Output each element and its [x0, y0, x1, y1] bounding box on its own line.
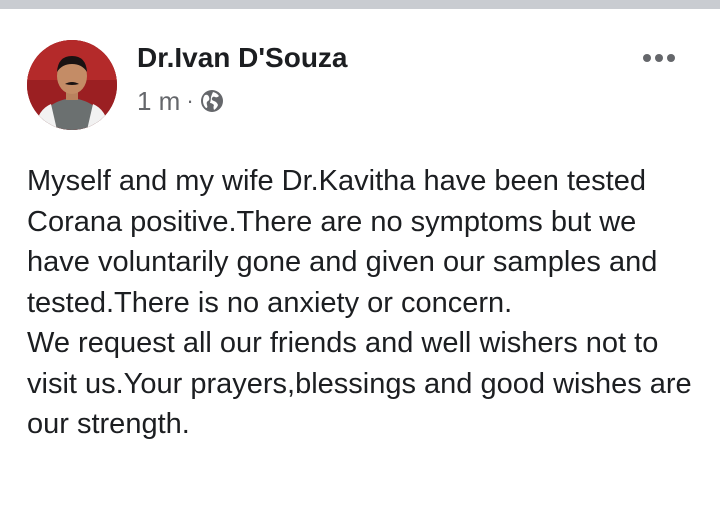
- post-body: Myself and my wife Dr.Kavitha have been …: [27, 161, 707, 445]
- more-options-button[interactable]: [634, 43, 684, 73]
- more-options-icon: [643, 54, 651, 62]
- post-timestamp[interactable]: 1 m: [137, 86, 180, 117]
- avatar-photo-icon: [27, 40, 117, 130]
- post-paragraph: We request all our friends and well wish…: [27, 327, 700, 440]
- author-avatar[interactable]: [27, 40, 117, 130]
- post-card: Dr.Ivan D'Souza 1 m · Myself and my wife…: [0, 9, 720, 526]
- globe-icon: [200, 89, 224, 113]
- post-paragraph: Myself and my wife Dr.Kavitha have been …: [27, 165, 666, 319]
- post-meta: 1 m ·: [137, 86, 224, 116]
- top-divider: [0, 0, 720, 9]
- author-name[interactable]: Dr.Ivan D'Souza: [137, 42, 348, 74]
- meta-separator: ·: [186, 88, 194, 113]
